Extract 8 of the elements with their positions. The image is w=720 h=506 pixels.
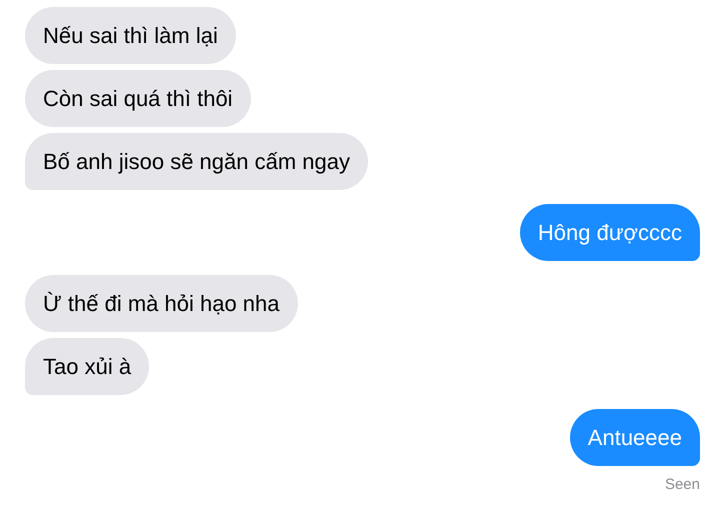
- received-message: Còn sai quá thì thôi: [25, 70, 251, 127]
- sent-message: Antueeee: [570, 409, 700, 466]
- read-receipt: Seen: [664, 475, 700, 495]
- received-message: Ừ thế đi mà hỏi hạo nha: [25, 275, 298, 332]
- received-message: Nếu sai thì làm lại: [25, 7, 236, 64]
- received-message: Bố anh jisoo sẽ ngăn cấm ngay: [25, 133, 368, 190]
- received-message: Tao xủi à: [25, 338, 150, 395]
- sent-message: Hông đượcccc: [520, 204, 700, 261]
